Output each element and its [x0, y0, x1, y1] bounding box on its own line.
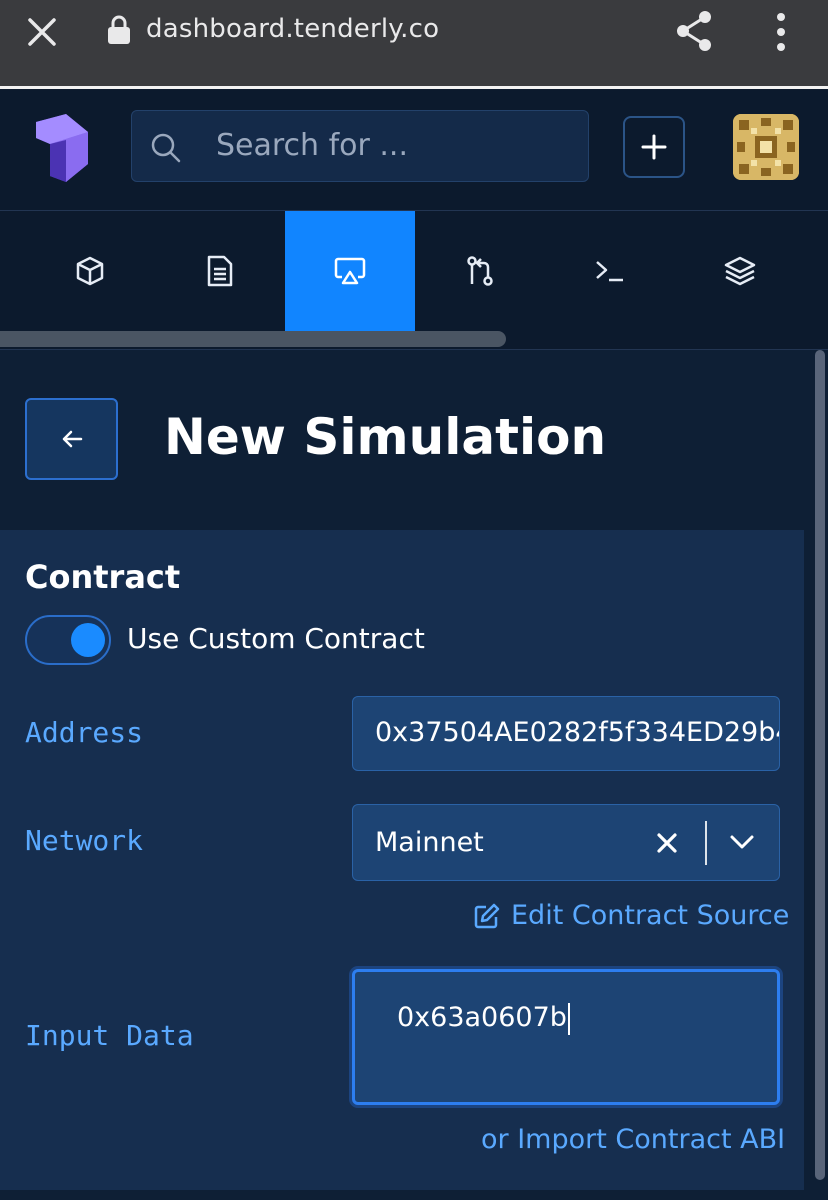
git-compare-icon: [467, 256, 493, 286]
address-input[interactable]: 0x37504AE0282f5f334ED29b4: [352, 696, 780, 771]
tab-transactions[interactable]: [155, 211, 285, 331]
back-button[interactable]: [25, 398, 118, 480]
tab-forks[interactable]: [415, 211, 545, 331]
add-button[interactable]: [623, 116, 685, 178]
plus-icon: [641, 134, 667, 160]
tab-simulator[interactable]: [285, 211, 415, 331]
section-title: Contract: [25, 558, 181, 596]
cube-icon: [76, 256, 104, 286]
tab-contracts[interactable]: [25, 211, 155, 331]
page-scrollbar-thumb[interactable]: [815, 350, 825, 1180]
chevron-down-icon[interactable]: [729, 833, 755, 851]
more-options-icon[interactable]: [768, 10, 794, 54]
search-bar[interactable]: Search for ...: [131, 110, 589, 182]
page-title: New Simulation: [164, 408, 607, 466]
tab-gateway[interactable]: [545, 211, 675, 331]
custom-contract-toggle[interactable]: [25, 615, 111, 665]
app-header: Search for ...: [0, 89, 828, 211]
terminal-icon: [596, 261, 623, 282]
select-separator: [705, 821, 707, 865]
toggle-knob: [71, 623, 105, 657]
close-icon[interactable]: [22, 12, 62, 52]
network-label: Network: [25, 824, 144, 857]
tabs-scrollbar[interactable]: [0, 331, 506, 347]
input-data-label: Input Data: [25, 1019, 194, 1052]
edit-contract-source-label: Edit Contract Source: [511, 900, 790, 931]
browser-toolbar: dashboard.tenderly.co: [0, 0, 828, 86]
avatar-pattern-icon: [733, 114, 799, 180]
arrow-left-icon: [62, 430, 83, 448]
network-select[interactable]: Mainnet: [352, 804, 780, 881]
edit-icon: [474, 903, 500, 928]
document-icon: [207, 255, 233, 287]
input-data-value: 0x63a0607b: [397, 1002, 567, 1033]
share-icon[interactable]: [672, 8, 716, 54]
tenderly-logo[interactable]: [30, 114, 94, 182]
layers-icon: [724, 256, 756, 286]
search-placeholder: Search for ...: [216, 128, 408, 163]
input-data-textarea[interactable]: 0x63a0607b: [352, 969, 780, 1105]
network-value: Mainnet: [375, 827, 484, 858]
text-caret: [567, 1002, 570, 1035]
url-bar[interactable]: dashboard.tenderly.co: [146, 14, 439, 44]
address-label: Address: [25, 716, 144, 749]
edit-contract-source-link[interactable]: Edit Contract Source: [473, 900, 789, 931]
address-value: 0x37504AE0282f5f334ED29b4: [375, 717, 780, 748]
clear-icon[interactable]: [655, 831, 679, 855]
avatar[interactable]: [733, 114, 799, 180]
search-icon: [151, 133, 181, 163]
lock-icon: [108, 15, 130, 44]
page-scrollbar[interactable]: [814, 350, 826, 1200]
import-contract-abi-link[interactable]: or Import Contract ABI: [481, 1124, 785, 1155]
custom-contract-label: Use Custom Contract: [127, 622, 425, 655]
tab-stack[interactable]: [675, 211, 805, 331]
simulator-icon: [334, 257, 366, 285]
nav-tabs: [0, 211, 828, 331]
